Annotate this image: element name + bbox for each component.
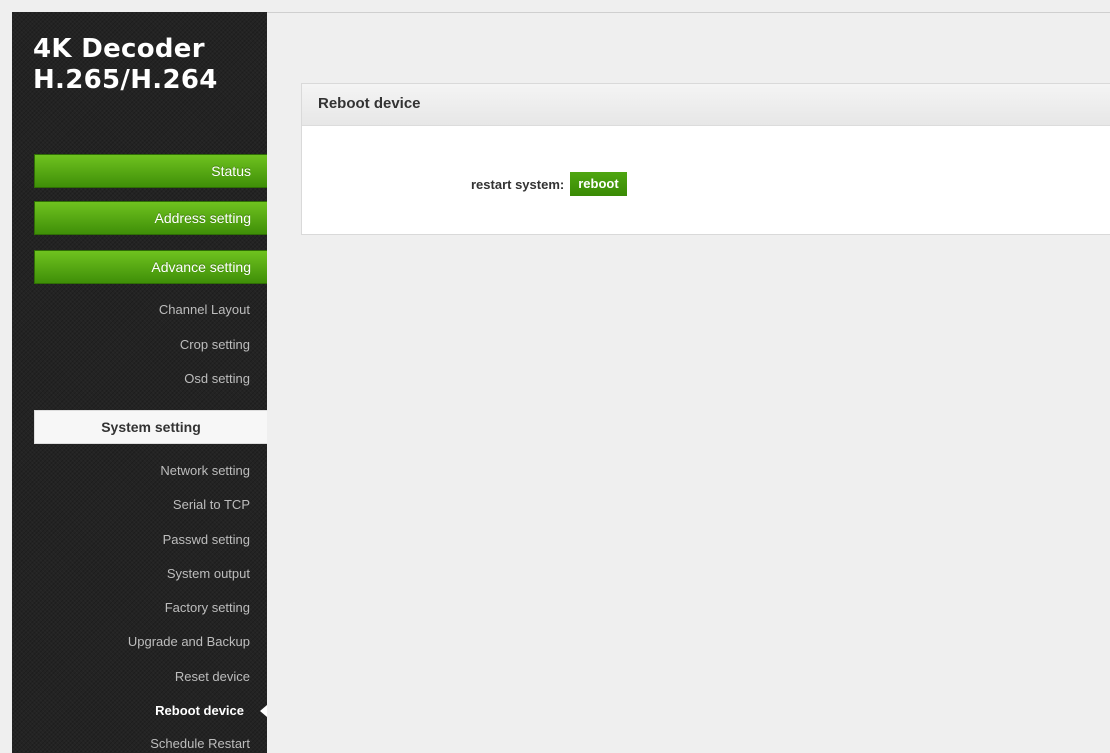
- brand-line-2: H.265/H.264: [33, 65, 218, 95]
- menu-status-button[interactable]: Status: [34, 154, 267, 188]
- menu-address-setting-button[interactable]: Address setting: [34, 201, 267, 235]
- sidebar-item-crop-setting[interactable]: Crop setting: [34, 335, 250, 355]
- sidebar-item-network-setting[interactable]: Network setting: [34, 461, 250, 481]
- sidebar-item-reset-device[interactable]: Reset device: [34, 667, 250, 687]
- reboot-button[interactable]: reboot: [570, 172, 627, 196]
- sidebar-item-upgrade-and-backup[interactable]: Upgrade and Backup: [34, 632, 250, 652]
- sidebar-item-channel-layout[interactable]: Channel Layout: [34, 300, 250, 320]
- top-divider: [267, 12, 1110, 13]
- panel-title: Reboot device: [302, 84, 1110, 126]
- sidebar-item-reboot-device[interactable]: Reboot device: [34, 701, 244, 721]
- sidebar-item-system-output[interactable]: System output: [34, 564, 250, 584]
- sidebar-item-passwd-setting[interactable]: Passwd setting: [34, 530, 250, 550]
- menu-system-setting-button[interactable]: System setting: [34, 410, 267, 444]
- sidebar-item-factory-setting[interactable]: Factory setting: [34, 598, 250, 618]
- brand-logo: 4K Decoder H.265/H.264: [33, 34, 253, 96]
- sidebar-item-osd-setting[interactable]: Osd setting: [34, 369, 250, 389]
- restart-row: restart system: reboot: [471, 172, 627, 196]
- reboot-panel: Reboot device restart system: reboot: [301, 83, 1110, 235]
- brand-line-1: 4K Decoder: [33, 34, 205, 64]
- menu-advance-setting-button[interactable]: Advance setting: [34, 250, 267, 284]
- sidebar-item-serial-to-tcp[interactable]: Serial to TCP: [34, 495, 250, 515]
- active-indicator-icon: [260, 705, 267, 717]
- restart-label: restart system:: [471, 176, 565, 192]
- sidebar-item-schedule-restart[interactable]: Schedule Restart: [34, 734, 250, 753]
